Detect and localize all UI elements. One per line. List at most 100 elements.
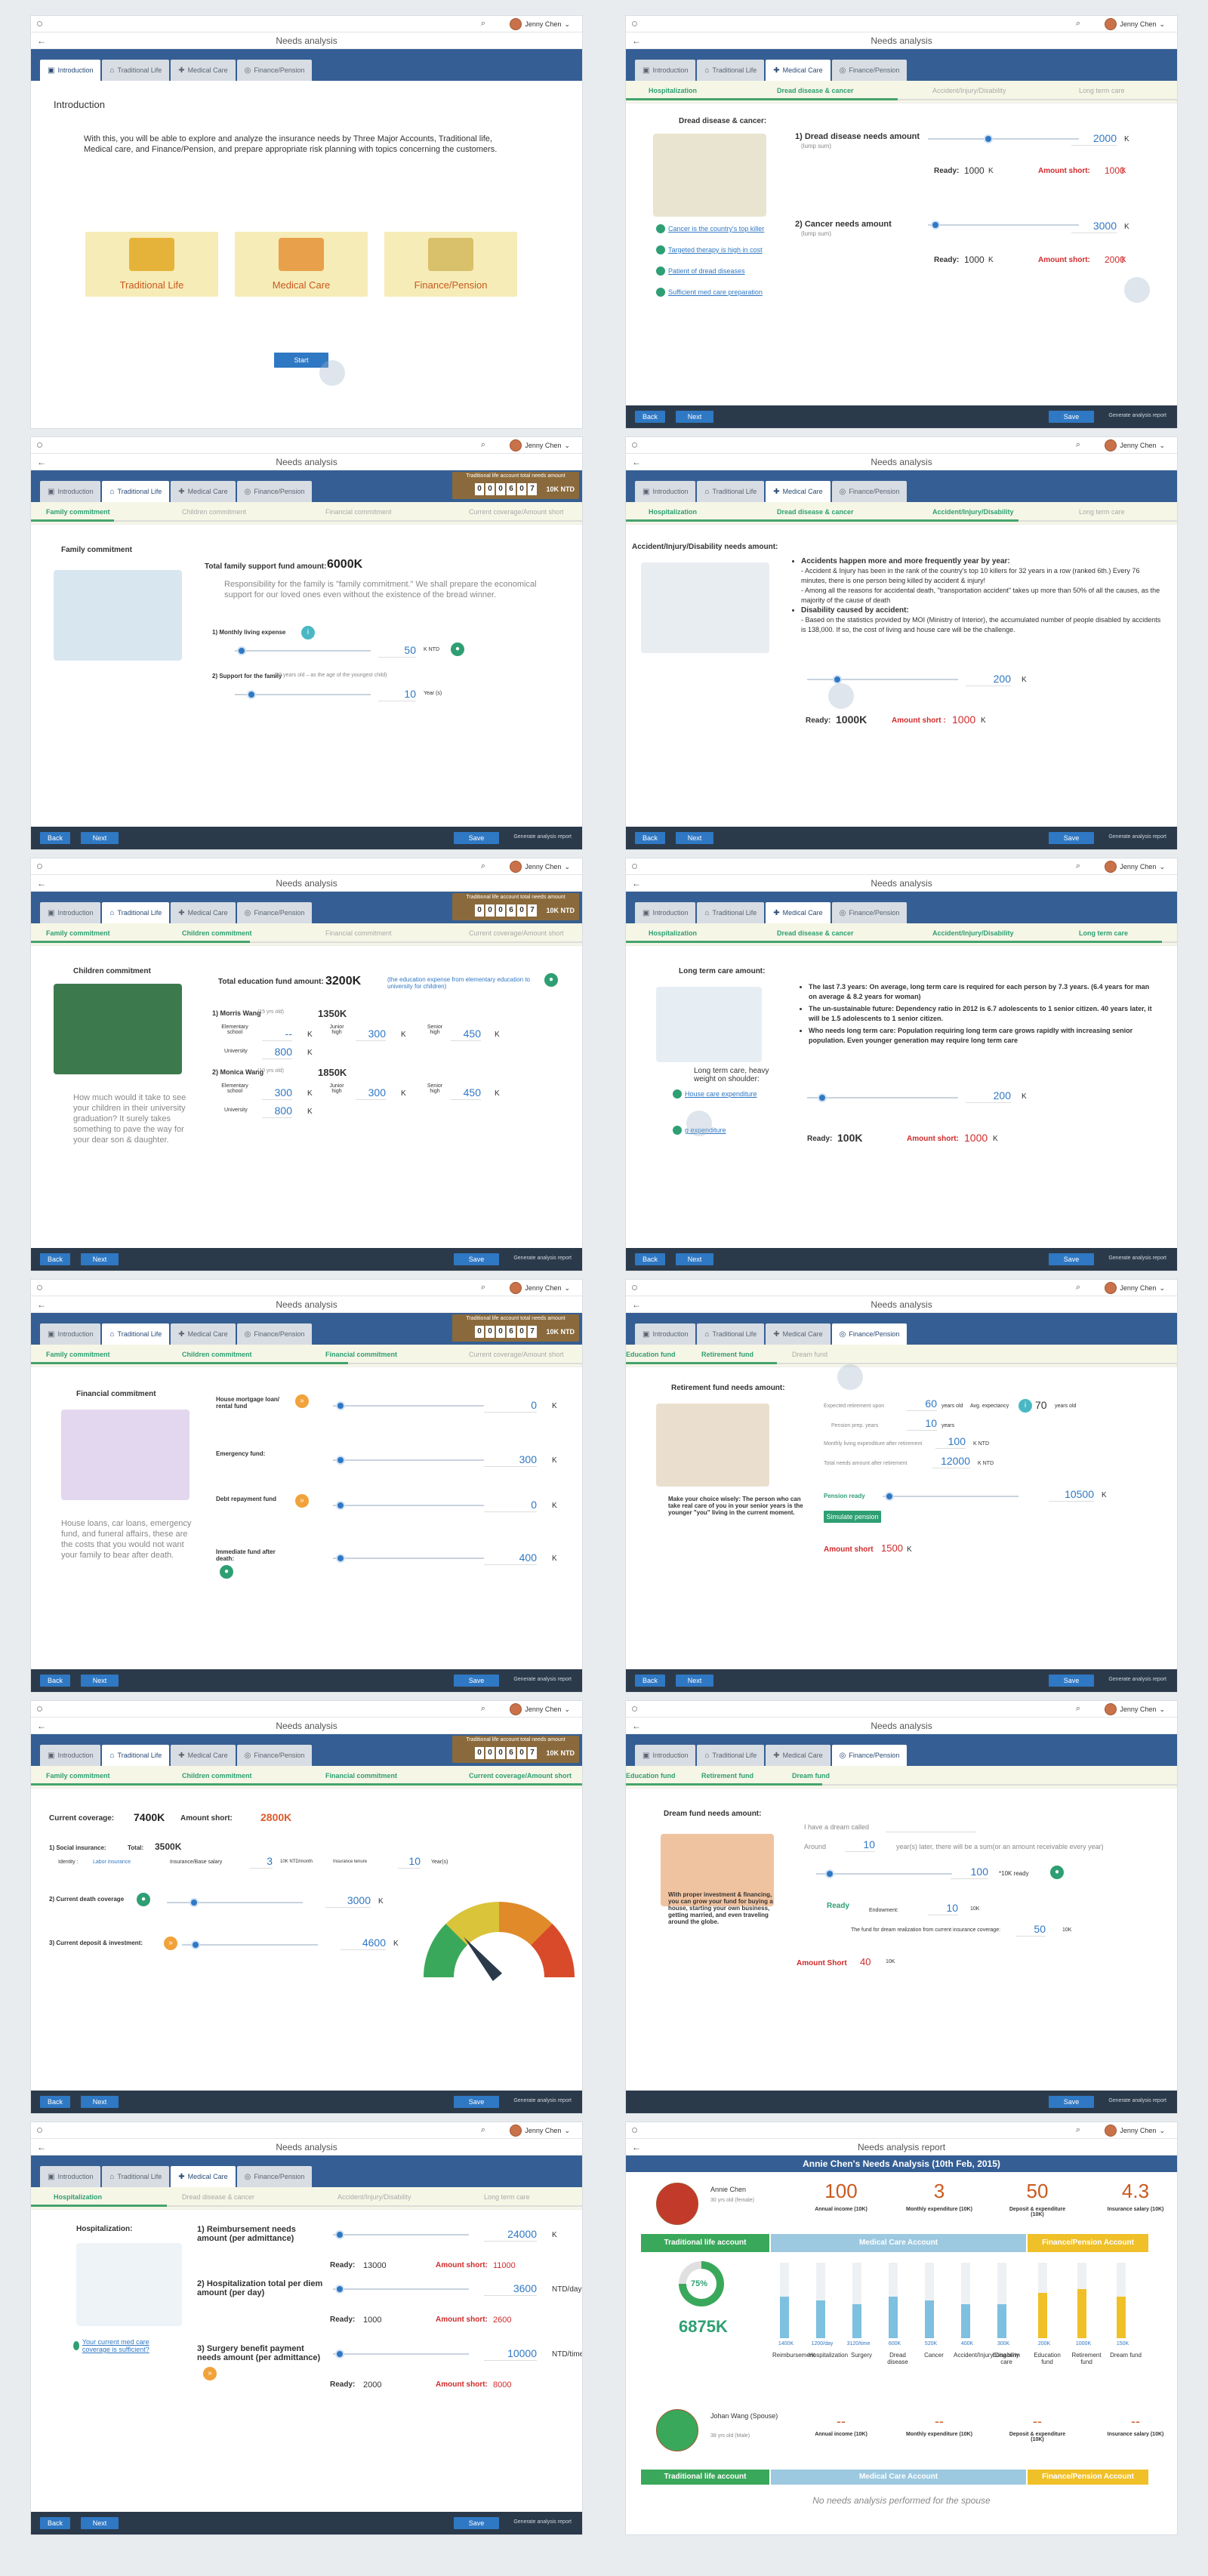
pin-icon[interactable]: ● — [544, 973, 558, 987]
back-arrow-icon[interactable]: ← — [37, 1296, 46, 1313]
back-button[interactable]: Back — [40, 832, 70, 844]
generate-report-link[interactable]: Generate analysis report — [1108, 1256, 1166, 1261]
save-button[interactable]: Save — [1049, 1675, 1094, 1687]
amount-input[interactable]: 400 — [484, 1551, 537, 1565]
step-0[interactable]: Education fund — [626, 1351, 676, 1358]
university-input[interactable]: 800 — [262, 1105, 292, 1118]
step-0[interactable]: Hospitalization — [649, 87, 697, 94]
next-button[interactable]: Next — [81, 832, 119, 844]
ltc-slider[interactable] — [807, 1093, 958, 1102]
info-link[interactable]: Cancer is the country's top killer — [656, 224, 764, 233]
save-button[interactable]: Save — [1049, 832, 1094, 844]
back-button[interactable]: Back — [635, 1253, 665, 1265]
support-years-input[interactable]: 10 — [378, 688, 416, 701]
death-coverage-input[interactable]: 3000 — [325, 1894, 371, 1908]
step-2[interactable]: Accident/Injury/Disability — [932, 508, 1014, 516]
tab-medical-care[interactable]: ✚ Medical Care — [766, 481, 830, 502]
ltc-amount-input[interactable]: 200 — [966, 1089, 1011, 1103]
search-icon[interactable]: ⌕ — [1076, 2125, 1080, 2135]
info-link[interactable]: Sufficient med care preparation — [656, 288, 763, 297]
tab-introduction[interactable]: ▣ Introduction — [635, 481, 696, 502]
back-arrow-icon[interactable]: ← — [632, 1718, 641, 1734]
search-icon[interactable]: ⌕ — [481, 861, 485, 871]
double-arrow-icon[interactable]: » — [164, 1937, 177, 1950]
card-finance-pension[interactable]: Finance/Pension — [384, 232, 517, 297]
tab-introduction[interactable]: ▣ Introduction — [635, 60, 696, 81]
slider-handle[interactable] — [336, 1456, 345, 1465]
tab-traditional-life[interactable]: ⌂ Traditional Life — [102, 902, 170, 923]
back-button[interactable]: Back — [40, 2096, 70, 2108]
junior-input[interactable]: 300 — [356, 1086, 386, 1100]
slider-handle[interactable] — [335, 2230, 344, 2239]
tab-finance-pension[interactable]: ◎ Finance/Pension — [831, 1745, 908, 1766]
step-1[interactable]: Children commitment — [182, 1351, 252, 1358]
amount-slider[interactable] — [333, 1401, 484, 1410]
back-button[interactable]: Back — [40, 1253, 70, 1265]
cancer-amount-input[interactable]: 3000 — [1071, 220, 1117, 233]
user-menu[interactable]: Jenny Chen ⌄ — [510, 1703, 570, 1715]
tab-introduction[interactable]: ▣ Introduction — [635, 1323, 696, 1345]
generate-report-link[interactable]: Generate analysis report — [1108, 1677, 1166, 1682]
base-salary-input[interactable]: 3 — [250, 1855, 273, 1869]
generate-report-link[interactable]: Generate analysis report — [513, 1256, 572, 1261]
coverage-sufficient-link[interactable]: Your current med care coverage is suffic… — [73, 2338, 171, 2353]
info-link[interactable]: Targeted therapy is high in cost — [656, 245, 763, 254]
tab-medical-care[interactable]: ✚ Medical Care — [766, 60, 830, 81]
save-button[interactable]: Save — [1049, 1253, 1094, 1265]
living-expense-input[interactable]: 100 — [935, 1435, 966, 1449]
tab-medical-care[interactable]: ✚ Medical Care — [171, 60, 236, 81]
endowment-input[interactable]: 10 — [928, 1902, 958, 1915]
tab-finance-pension[interactable]: ◎ Finance/Pension — [236, 481, 313, 502]
university-input[interactable]: 800 — [262, 1046, 292, 1059]
info-icon[interactable]: i — [301, 626, 315, 639]
pension-ready-value[interactable]: 10500 — [1049, 1488, 1094, 1502]
tab-medical-care[interactable]: ✚ Medical Care — [171, 1745, 236, 1766]
senior-input[interactable]: 450 — [451, 1086, 481, 1100]
user-menu[interactable]: Jenny Chen ⌄ — [1105, 1282, 1165, 1294]
accident-slider[interactable] — [807, 675, 958, 684]
step-2[interactable]: Financial commitment — [325, 1772, 397, 1779]
dread-amount-input[interactable]: 2000 — [1071, 132, 1117, 146]
total-needs-value[interactable]: 12000 — [932, 1455, 970, 1468]
dream-amount-slider[interactable] — [816, 1869, 952, 1878]
back-arrow-icon[interactable]: ← — [37, 2139, 46, 2155]
deposit-input[interactable]: 4600 — [341, 1937, 386, 1950]
generate-report-link[interactable]: Generate analysis report — [513, 2519, 572, 2525]
back-arrow-icon[interactable]: ← — [632, 454, 641, 470]
generate-report-link[interactable]: Generate analysis report — [513, 1677, 572, 1682]
slider-handle[interactable] — [336, 1401, 345, 1410]
elementary-input[interactable]: 300 — [262, 1086, 292, 1100]
tab-traditional-life[interactable]: ⌂ Traditional Life — [697, 1745, 765, 1766]
prep-years-input[interactable]: 10 — [907, 1417, 937, 1431]
slider-handle[interactable] — [885, 1492, 894, 1501]
years-input[interactable]: 10 — [845, 1838, 875, 1852]
slider-handle[interactable] — [984, 134, 993, 143]
tab-medical-care[interactable]: ✚ Medical Care — [766, 1323, 830, 1345]
step-2[interactable]: Dream fund — [792, 1772, 830, 1779]
search-icon[interactable]: ⌕ — [481, 2125, 485, 2135]
next-button[interactable]: Next — [81, 1253, 119, 1265]
tab-finance-pension[interactable]: ◎ Finance/Pension — [831, 1323, 908, 1345]
card-medical-care[interactable]: Medical Care — [235, 232, 368, 297]
back-button[interactable]: Back — [635, 832, 665, 844]
slider-handle[interactable] — [237, 646, 246, 655]
amount-slider[interactable] — [333, 1554, 484, 1563]
tab-traditional-life[interactable]: ⌂ Traditional Life — [697, 60, 765, 81]
tab-introduction[interactable]: ▣ Introduction — [40, 902, 101, 923]
pin-icon[interactable]: ● — [137, 1893, 150, 1906]
back-arrow-icon[interactable]: ← — [632, 2139, 641, 2155]
info-icon[interactable]: i — [1018, 1399, 1032, 1413]
step-0[interactable]: Hospitalization — [649, 929, 697, 937]
tab-introduction[interactable]: ▣ Introduction — [40, 481, 101, 502]
cover-input[interactable]: 50 — [1015, 1923, 1046, 1937]
tab-traditional-life[interactable]: ⌂ Traditional Life — [102, 481, 170, 502]
living-expense-input[interactable]: 50 — [378, 644, 416, 658]
search-icon[interactable]: ⌕ — [481, 1283, 485, 1293]
amount-input[interactable]: 24000 — [484, 2228, 537, 2242]
tab-finance-pension[interactable]: ◎ Finance/Pension — [236, 1745, 313, 1766]
double-arrow-icon[interactable]: » — [295, 1494, 309, 1508]
tab-medical-care[interactable]: ✚ Medical Care — [171, 481, 236, 502]
tab-traditional-life[interactable]: ⌂ Traditional Life — [102, 1323, 170, 1345]
junior-input[interactable]: 300 — [356, 1028, 386, 1041]
tab-introduction[interactable]: ▣ Introduction — [40, 1745, 101, 1766]
